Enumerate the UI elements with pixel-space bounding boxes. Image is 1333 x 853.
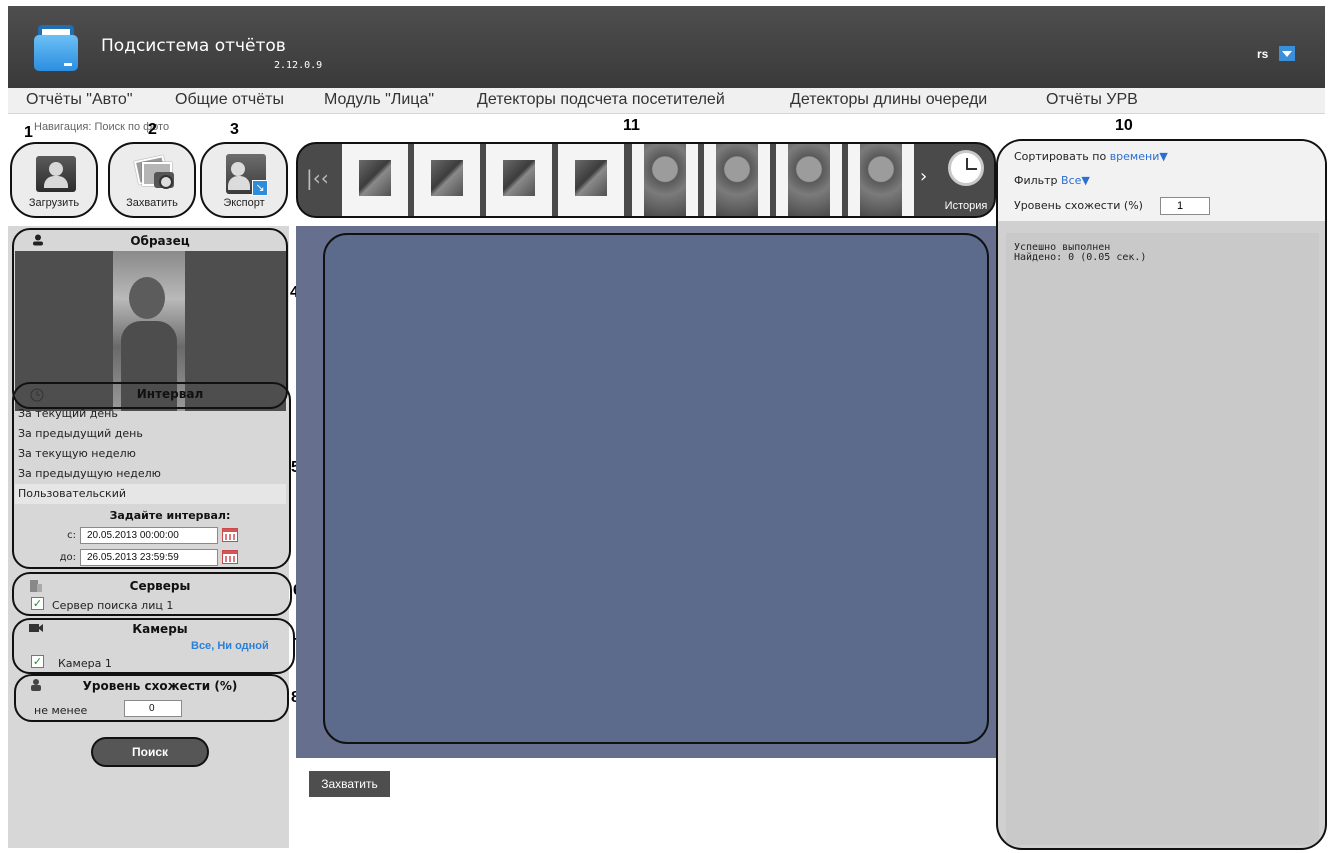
user-name[interactable]: rs [1257,47,1268,61]
callout-1: 1 [24,124,33,141]
load-button-label: Загрузить [28,197,80,209]
history-thumbnail[interactable] [776,144,842,216]
main-menu: Отчёты "Авто" Общие отчёты Модуль "Лица"… [8,88,1325,114]
results-area [323,233,989,744]
callout-frame-similarity [14,674,289,722]
results-options-panel: Сортировать по времени▼ Фильтр Все▼ Уров… [996,139,1327,850]
left-margin [0,0,8,853]
history-thumbnail[interactable] [704,144,770,216]
history-button[interactable]: История [938,148,994,216]
history-label: История [944,200,988,212]
app-title: Подсистема отчётов [101,36,286,56]
capture-button[interactable]: Захватить [309,771,390,797]
menu-item-queue-detectors[interactable]: Детекторы длины очереди [790,91,987,109]
page-root: { "app": {"title": "Подсистема отчётов",… [0,0,1333,853]
menu-item-urv-reports[interactable]: Отчёты УРВ [1046,91,1138,109]
load-button[interactable]: Загрузить [10,142,98,218]
callout-3: 3 [230,121,239,138]
level-input[interactable]: 1 [1160,197,1210,215]
capture-toolbar-button[interactable]: Захватить [108,142,196,218]
history-thumbnail[interactable] [414,144,480,216]
search-status: Успешно выполнен Найдено: 0 (0.05 сек.) [1014,243,1146,263]
export-button-label: Экспорт [223,197,265,209]
callout-frame-cameras [12,618,295,674]
sort-label: Сортировать по [1014,150,1107,163]
search-button[interactable]: Поиск [91,737,209,767]
menu-item-visitor-counters[interactable]: Детекторы подсчета посетителей [477,91,725,109]
callout-11: 11 [623,117,640,134]
level-label: Уровень схожести (%) [1014,199,1143,212]
menu-item-general-reports[interactable]: Общие отчёты [175,91,284,109]
callout-2: 2 [148,121,157,138]
clock-icon [948,150,984,186]
history-thumbnail[interactable] [486,144,552,216]
status-found: Найдено: 0 (0.05 сек.) [1014,252,1147,263]
filter-label: Фильтр [1014,174,1058,187]
history-thumbnail[interactable] [632,144,698,216]
app-header: Подсистема отчётов 2.12.0.9 rs [8,6,1325,88]
menu-item-auto-reports[interactable]: Отчёты "Авто" [26,91,133,109]
callout-10: 10 [1115,117,1133,134]
history-filmstrip: |‹‹ › История [296,142,996,218]
next-page-icon[interactable]: › [920,166,927,187]
history-thumbnail[interactable] [848,144,914,216]
sort-dropdown[interactable]: времени▼ [1110,150,1168,163]
filter-row: Фильтр Все▼ [1014,174,1090,187]
first-page-icon[interactable]: |‹‹ [306,166,329,190]
callout-frame-interval [12,382,291,569]
load-user-icon [36,156,76,192]
results-list [1006,233,1319,845]
callout-frame-servers [12,572,292,616]
history-thumbnail[interactable] [558,144,624,216]
photos-camera-icon [132,154,176,192]
capture-button-label: Захватить [126,197,178,209]
menu-item-faces-module[interactable]: Модуль "Лица" [324,91,434,109]
filter-dropdown[interactable]: Все▼ [1061,174,1090,187]
reports-folder-logo-icon [34,25,78,71]
export-user-icon: ↘ [226,154,268,196]
app-version: 2.12.0.9 [274,60,323,71]
history-thumbnail[interactable] [342,144,408,216]
export-button[interactable]: ↘ Экспорт [200,142,288,218]
user-menu-chevron-down-icon[interactable] [1279,46,1295,61]
sort-row: Сортировать по времени▼ [1014,150,1168,163]
